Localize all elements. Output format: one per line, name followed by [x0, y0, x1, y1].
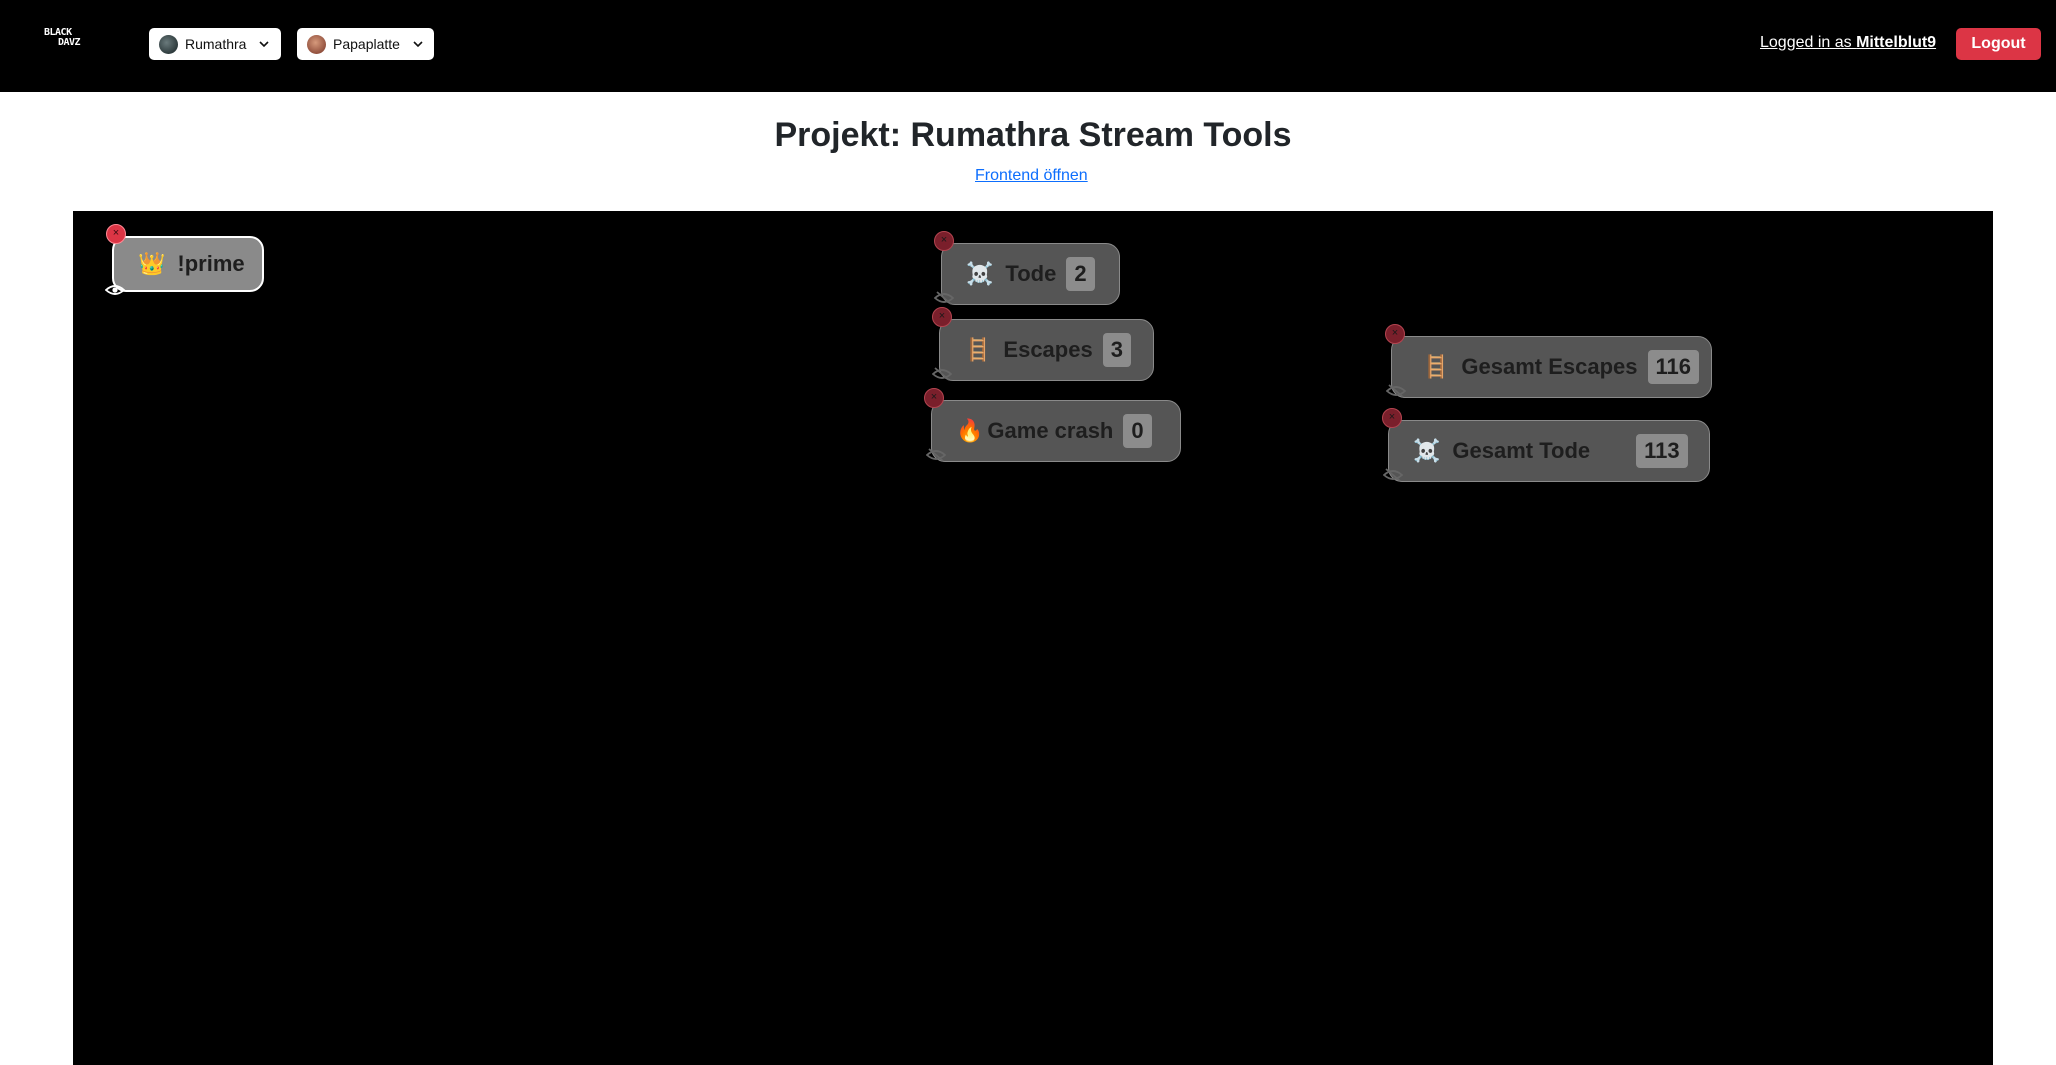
- widget-label: Gesamt Tode: [1452, 438, 1591, 463]
- crown-icon: 👑: [138, 251, 166, 276]
- eye-slash-icon[interactable]: [1386, 384, 1406, 398]
- skull-icon: ☠️: [966, 261, 994, 286]
- avatar: [159, 34, 178, 54]
- channel-selector-rumathra[interactable]: Rumathra: [149, 28, 281, 60]
- widget-tode[interactable]: ☠️ Tode 2: [941, 243, 1120, 305]
- widget-gesamt-tode[interactable]: ☠️ Gesamt Tode 113: [1388, 420, 1710, 482]
- widget-prime[interactable]: 👑 !prime: [112, 236, 264, 292]
- eye-slash-icon[interactable]: [932, 367, 952, 381]
- channel-selector-papaplatte[interactable]: Papaplatte: [297, 28, 434, 60]
- navbar: BLACK DAVZ Rumathra Papaplatte Logged in…: [0, 0, 2056, 92]
- logo-line-2: DAVZ: [58, 37, 81, 48]
- fire-icon: 🔥: [956, 418, 984, 443]
- skull-icon: ☠️: [1413, 438, 1441, 463]
- widget-value: 113: [1636, 434, 1688, 468]
- avatar: [307, 34, 326, 54]
- logged-in-user-link[interactable]: Logged in as Mittelblut9: [1760, 34, 1936, 52]
- eye-slash-icon[interactable]: [934, 291, 954, 305]
- widget-escapes[interactable]: 🪜 Escapes 3: [939, 319, 1154, 381]
- username: Mittelblut9: [1856, 34, 1937, 51]
- widget-value: 2: [1066, 257, 1095, 291]
- widget-label: !prime: [177, 251, 245, 276]
- delete-icon[interactable]: ×: [924, 388, 944, 408]
- logged-in-prefix: Logged in as: [1760, 34, 1857, 51]
- eye-slash-icon[interactable]: [1383, 468, 1403, 482]
- widget-label: Game crash: [987, 418, 1114, 443]
- eye-slash-icon[interactable]: [926, 448, 946, 462]
- chevron-down-icon: [259, 41, 270, 48]
- logout-button[interactable]: Logout: [1956, 28, 2041, 60]
- delete-icon[interactable]: ×: [106, 224, 126, 244]
- channel-selector-label: Rumathra: [185, 36, 247, 52]
- chevron-down-icon: [413, 41, 423, 48]
- ladder-icon: 🪜: [1422, 354, 1450, 379]
- widget-label: Escapes: [1003, 337, 1093, 362]
- delete-icon[interactable]: ×: [934, 231, 954, 251]
- widget-game-crash[interactable]: 🔥 Game crash 0: [931, 400, 1181, 462]
- brand-logo[interactable]: BLACK DAVZ: [44, 28, 102, 50]
- widget-label: Tode: [1005, 261, 1057, 286]
- widget-value: 116: [1647, 350, 1700, 384]
- widget-label: Gesamt Escapes: [1461, 354, 1638, 379]
- delete-icon[interactable]: ×: [1382, 408, 1402, 428]
- channel-selector-label: Papaplatte: [333, 36, 400, 52]
- page-title: Projekt: Rumathra Stream Tools: [774, 116, 1292, 154]
- widget-value: 3: [1102, 333, 1131, 367]
- widget-value: 0: [1123, 414, 1152, 448]
- delete-icon[interactable]: ×: [1385, 324, 1405, 344]
- ladder-icon: 🪜: [964, 337, 992, 362]
- overlay-canvas[interactable]: 👑 !prime × ☠️ Tode 2 × 🪜 Escapes 3 × 🔥 G…: [73, 211, 1993, 1065]
- frontend-open-link[interactable]: Frontend öffnen: [975, 167, 1088, 185]
- delete-icon[interactable]: ×: [932, 307, 952, 327]
- widget-gesamt-escapes[interactable]: 🪜 Gesamt Escapes 116: [1391, 336, 1712, 398]
- eye-icon[interactable]: [105, 283, 125, 297]
